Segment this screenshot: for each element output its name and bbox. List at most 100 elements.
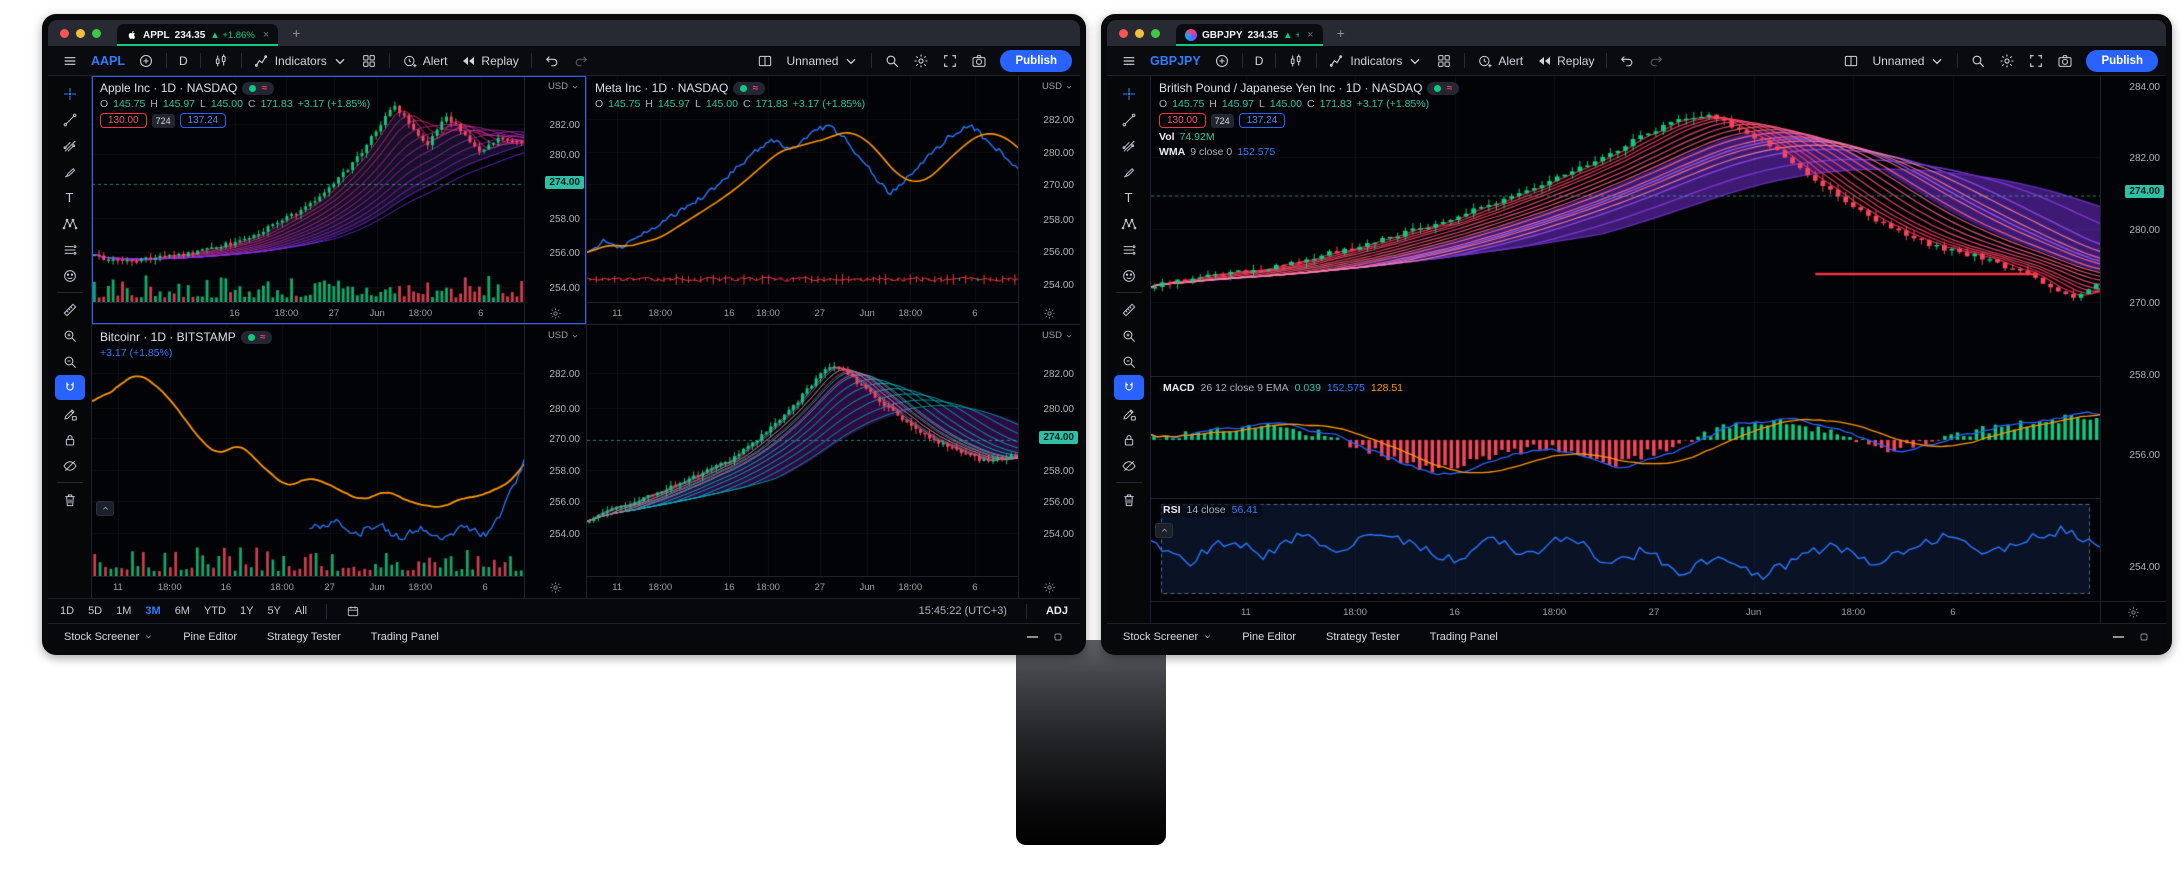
visibility-dot-icon[interactable] bbox=[1434, 84, 1442, 92]
magnet-mode-icon[interactable] bbox=[1113, 375, 1144, 400]
time-axis[interactable]: 11 18:00 16 18:00 27 Jun 18:00 6 bbox=[1151, 601, 2100, 623]
screenshot-icon[interactable] bbox=[965, 50, 993, 72]
search-icon[interactable] bbox=[1964, 50, 1992, 72]
price-axis[interactable]: 284.00 282.00 274.00 280.00 270.00 258.0… bbox=[2100, 76, 2166, 601]
price-axis[interactable]: USD 282.00 280.00 274.00 258.00 256.00 2… bbox=[524, 76, 586, 324]
trend-line-tool-icon[interactable] bbox=[1114, 107, 1144, 132]
remove-drawings-icon[interactable] bbox=[1114, 487, 1144, 512]
magnet-mode-icon[interactable] bbox=[54, 375, 85, 400]
tab-stock-screener[interactable]: Stock Screener bbox=[1123, 631, 1212, 643]
lock-drawings-icon[interactable] bbox=[1114, 427, 1144, 452]
pane-settings-icon[interactable] bbox=[2127, 606, 2140, 619]
layout-name-button[interactable]: Unnamed bbox=[1866, 50, 1951, 72]
new-tab-button[interactable]: + bbox=[1337, 25, 1345, 41]
brush-tool-icon[interactable] bbox=[1114, 159, 1144, 184]
new-tab-button[interactable]: + bbox=[292, 25, 300, 41]
chart-type-icon[interactable] bbox=[207, 50, 235, 72]
rsi-pane[interactable]: RSI 14 close 56.41 bbox=[1151, 498, 2100, 601]
interval-button[interactable]: D bbox=[1249, 51, 1270, 71]
chart-pane-meta[interactable]: Meta Inc · 1D · NASDAQ ≈ O 145.75 H 145.97… bbox=[586, 76, 1080, 324]
fullscreen-icon[interactable] bbox=[936, 50, 964, 72]
hide-drawings-icon[interactable] bbox=[1114, 453, 1144, 478]
currency-label[interactable]: USD bbox=[1042, 81, 1073, 92]
currency-label[interactable]: USD bbox=[548, 330, 579, 341]
visibility-dot-icon[interactable] bbox=[740, 84, 748, 92]
replay-button[interactable]: Replay bbox=[454, 50, 524, 72]
close-window-button[interactable] bbox=[1119, 28, 1128, 38]
pane-settings-icon[interactable] bbox=[549, 307, 562, 320]
compare-icon[interactable] bbox=[1208, 50, 1236, 72]
timeframe-all[interactable]: All bbox=[295, 605, 307, 617]
alert-price-chip[interactable]: 130.00 bbox=[100, 113, 147, 128]
trend-line-tool-icon[interactable] bbox=[55, 107, 85, 132]
pitchfork-tool-icon[interactable] bbox=[1114, 133, 1144, 158]
collapse-pane-button[interactable] bbox=[96, 501, 114, 516]
text-tool-icon[interactable]: T bbox=[1114, 185, 1144, 210]
search-icon[interactable] bbox=[878, 50, 906, 72]
crosshair-tool-icon[interactable] bbox=[1114, 81, 1144, 106]
time-axis[interactable]: 11 18:00 16 18:00 27 Jun 18:00 6 bbox=[587, 302, 1018, 324]
settings-icon[interactable] bbox=[907, 50, 935, 72]
source-toggle-icon[interactable]: ≈ bbox=[260, 332, 266, 343]
interval-button[interactable]: D bbox=[173, 51, 194, 71]
currency-label[interactable]: USD bbox=[1042, 330, 1073, 341]
zoom-window-button[interactable] bbox=[92, 28, 101, 38]
chart-pane-apple[interactable]: Apple Inc · 1D · NASDAQ ≈ O 145.75 H 145.9… bbox=[92, 76, 586, 324]
redo-icon[interactable] bbox=[567, 50, 595, 72]
collapse-panel-icon[interactable] bbox=[1027, 635, 1038, 638]
legend-toggles[interactable]: ≈ bbox=[1427, 81, 1459, 95]
legend-toggles[interactable]: ≈ bbox=[733, 81, 765, 95]
settings-icon[interactable] bbox=[1993, 50, 2021, 72]
menu-icon[interactable] bbox=[1115, 50, 1143, 72]
price-axis[interactable]: USD 282.00 280.00 270.00 258.00 256.00 2… bbox=[524, 325, 586, 598]
adjusted-data-toggle[interactable]: ADJ bbox=[1046, 605, 1068, 617]
server-clock[interactable]: 15:45:22 (UTC+3) bbox=[919, 605, 1007, 617]
time-axis[interactable]: 11 18:00 16 18:00 27 Jun 18:00 6 bbox=[587, 576, 1018, 598]
order-price-chip[interactable]: 137.24 bbox=[1238, 113, 1286, 128]
alert-price-chip[interactable]: 130.00 bbox=[1159, 113, 1206, 128]
source-toggle-icon[interactable]: ≈ bbox=[752, 83, 758, 94]
source-toggle-icon[interactable]: ≈ bbox=[261, 83, 267, 94]
undo-icon[interactable] bbox=[1613, 50, 1641, 72]
chart-pane-ribbon[interactable]: USD 282.00 280.00 274.00 258.00 256.00 2… bbox=[586, 324, 1080, 598]
timeframe-1y[interactable]: 1Y bbox=[240, 605, 253, 617]
measure-tool-icon[interactable] bbox=[55, 297, 85, 322]
emoji-tool-icon[interactable] bbox=[55, 263, 85, 288]
brush-tool-icon[interactable] bbox=[55, 159, 85, 184]
tab-pine-editor[interactable]: Pine Editor bbox=[1242, 631, 1296, 643]
tab-trading-panel[interactable]: Trading Panel bbox=[371, 631, 439, 643]
chart-pane-gbpjpy[interactable]: British Pound / Japanese Yen Inc · 1D · … bbox=[1151, 76, 2100, 376]
rsi-legend[interactable]: RSI 14 close 56.41 bbox=[1159, 503, 1262, 517]
currency-label[interactable]: USD bbox=[548, 81, 579, 92]
remove-drawings-icon[interactable] bbox=[55, 487, 85, 512]
timeframe-1m[interactable]: 1M bbox=[116, 605, 131, 617]
source-toggle-icon[interactable]: ≈ bbox=[1446, 83, 1452, 94]
screenshot-icon[interactable] bbox=[2051, 50, 2079, 72]
chart-type-icon[interactable] bbox=[1282, 50, 1310, 72]
prediction-tool-icon[interactable] bbox=[1114, 237, 1144, 262]
timeframe-3m[interactable]: 3M bbox=[145, 605, 160, 617]
tab-stock-screener[interactable]: Stock Screener bbox=[64, 631, 153, 643]
visibility-dot-icon[interactable] bbox=[249, 84, 257, 92]
redo-icon[interactable] bbox=[1642, 50, 1670, 72]
macd-pane[interactable]: MACD 26 12 close 9 EMA 0.039 152.575 128.51 bbox=[1151, 376, 2100, 498]
tab-close-icon[interactable]: × bbox=[1307, 29, 1313, 41]
close-window-button[interactable] bbox=[60, 28, 69, 38]
price-axis[interactable]: USD 282.00 280.00 274.00 258.00 256.00 2… bbox=[1018, 325, 1080, 598]
timeframe-6m[interactable]: 6M bbox=[175, 605, 190, 617]
timeframe-1d[interactable]: 1D bbox=[60, 605, 74, 617]
hide-drawings-icon[interactable] bbox=[55, 453, 85, 478]
legend-toggles[interactable]: ≈ bbox=[242, 81, 274, 95]
text-tool-icon[interactable]: T bbox=[55, 185, 85, 210]
pane-settings-icon[interactable] bbox=[1043, 581, 1056, 594]
pane-title[interactable]: Meta Inc · 1D · NASDAQ bbox=[595, 81, 728, 95]
pane-title[interactable]: Apple Inc · 1D · NASDAQ bbox=[100, 81, 237, 95]
wma-row[interactable]: WMA 9 close 0 152.575 bbox=[1159, 146, 1459, 158]
minimize-window-button[interactable] bbox=[1135, 28, 1144, 38]
fullscreen-icon[interactable] bbox=[2022, 50, 2050, 72]
zoom-window-button[interactable] bbox=[1151, 28, 1160, 38]
tab-trading-panel[interactable]: Trading Panel bbox=[1430, 631, 1498, 643]
zoom-in-icon[interactable] bbox=[1114, 323, 1144, 348]
minimize-window-button[interactable] bbox=[76, 28, 85, 38]
layout-name-button[interactable]: Unnamed bbox=[780, 50, 865, 72]
